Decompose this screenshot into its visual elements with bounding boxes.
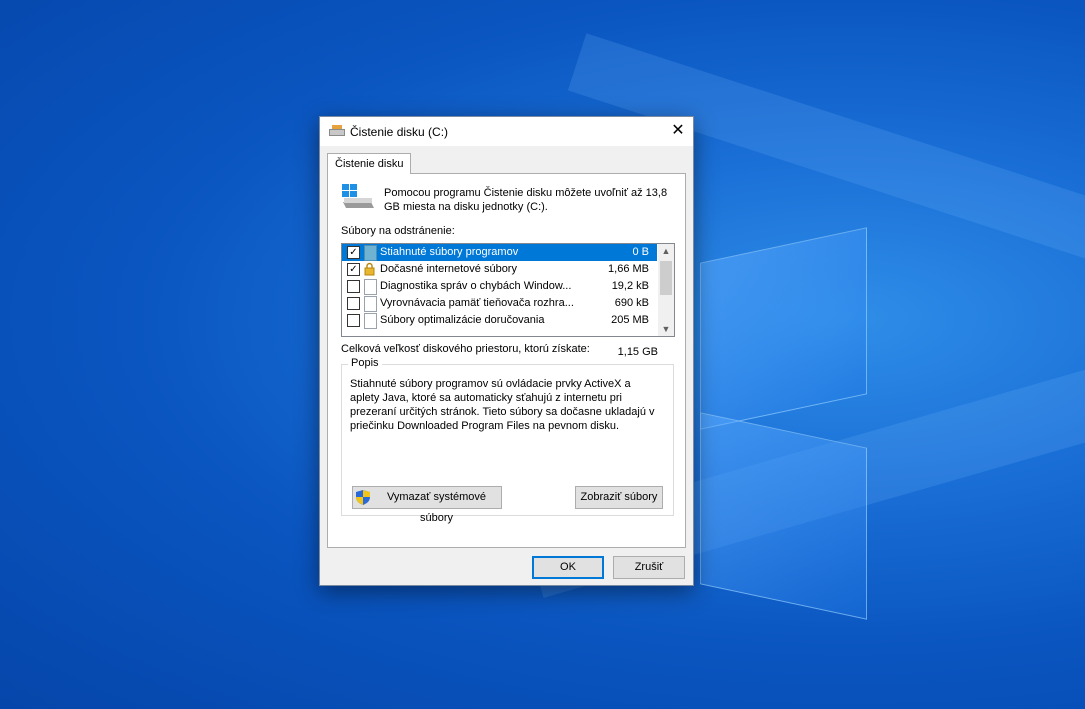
file-name: Vyrovnávacia pamäť tieňovača rozhra... xyxy=(380,297,574,309)
list-item[interactable]: ✓ Stiahnuté súbory programov 0 B xyxy=(342,244,657,261)
description-group: Popis Stiahnuté súbory programov sú ovlá… xyxy=(341,357,674,524)
list-item[interactable]: Vyrovnávacia pamäť tieňovača rozhra... 6… xyxy=(342,295,657,312)
checkbox[interactable] xyxy=(347,297,360,310)
folder-icon xyxy=(364,245,377,261)
tab-disk-cleanup[interactable]: Čistenie disku xyxy=(327,153,412,174)
description-text: Stiahnuté súbory programov sú ovládacie … xyxy=(350,378,655,432)
ok-button[interactable]: OK xyxy=(532,556,604,579)
total-space-label: Celková veľkosť diskového priestoru, kto… xyxy=(341,343,590,355)
clean-system-files-button[interactable]: Vymazať systémové súbory xyxy=(352,486,502,524)
title-bar: Čistenie disku (C:) ✕ xyxy=(320,117,693,146)
cancel-button[interactable]: Zrušiť xyxy=(613,556,685,579)
list-scrollbar[interactable]: ▲ ▼ xyxy=(658,244,674,336)
description-title: Popis xyxy=(348,357,382,369)
list-item[interactable]: Diagnostika správ o chybách Window... 19… xyxy=(342,278,657,295)
lock-icon xyxy=(364,262,375,276)
file-size: 19,2 kB xyxy=(611,280,649,292)
checkbox[interactable] xyxy=(347,280,360,293)
file-icon xyxy=(364,279,377,295)
file-size: 1,66 MB xyxy=(608,263,649,275)
files-list[interactable]: ✓ Stiahnuté súbory programov 0 B ✓ Dočas… xyxy=(341,243,675,337)
checkbox[interactable]: ✓ xyxy=(347,246,360,259)
checkbox[interactable]: ✓ xyxy=(347,263,360,276)
file-size: 205 MB xyxy=(611,314,649,326)
file-name: Súbory optimalizácie doručovania xyxy=(380,314,545,326)
scrollbar-thumb[interactable] xyxy=(660,261,672,295)
uac-shield-icon xyxy=(356,490,370,505)
checkbox[interactable] xyxy=(347,314,360,327)
list-item[interactable]: ✓ Dočasné internetové súbory 1,66 MB xyxy=(342,261,657,278)
list-item[interactable]: Súbory optimalizácie doručovania 205 MB xyxy=(342,312,657,329)
intro-text: Pomocou programu Čistenie disku môžete u… xyxy=(384,187,668,213)
dialog-title: Čistenie disku (C:) xyxy=(350,125,449,139)
drive-cleanup-icon xyxy=(329,125,345,136)
view-files-button[interactable]: Zobraziť súbory xyxy=(575,486,663,509)
disk-cleanup-dialog: Čistenie disku (C:) ✕ Čistenie disku Pom… xyxy=(319,116,694,586)
file-name: Dočasné internetové súbory xyxy=(380,263,517,275)
file-name: Stiahnuté súbory programov xyxy=(380,246,519,258)
close-button[interactable]: ✕ xyxy=(663,117,693,146)
chevron-down-icon[interactable]: ▼ xyxy=(658,322,674,336)
file-size: 0 B xyxy=(632,246,649,258)
files-label: Súbory na odstránenie: xyxy=(341,225,455,237)
file-size: 690 kB xyxy=(614,297,649,309)
file-name: Diagnostika správ o chybách Window... xyxy=(380,280,572,292)
chevron-up-icon[interactable]: ▲ xyxy=(658,244,674,258)
drive-icon xyxy=(342,184,374,208)
file-icon xyxy=(364,296,377,312)
tab-panel: Pomocou programu Čistenie disku môžete u… xyxy=(327,173,686,548)
total-space-value: 1,15 GB xyxy=(617,346,658,358)
close-icon: ✕ xyxy=(671,122,685,139)
file-icon xyxy=(364,313,377,329)
